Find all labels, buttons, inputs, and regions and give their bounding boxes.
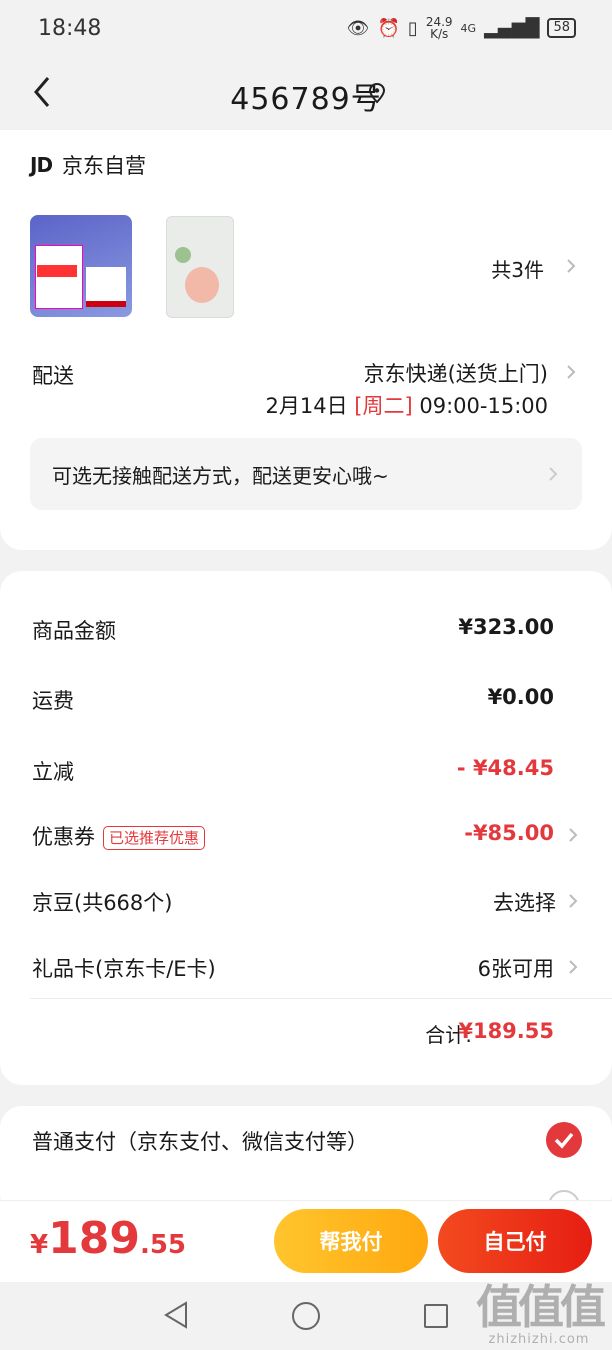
- payable-amount: ¥189.55: [30, 1213, 187, 1264]
- product-count[interactable]: 共3件: [491, 254, 544, 283]
- shipping-label: 运费: [32, 689, 74, 713]
- payment-option-normal[interactable]: 普通支付（京东支付、微信支付等）: [32, 1126, 368, 1156]
- watermark: 值值值 zhizhizhi.com: [476, 1280, 606, 1347]
- page-title: 456789号: [230, 82, 382, 117]
- chevron-right-icon[interactable]: [566, 364, 576, 380]
- instant-discount-label: 立减: [32, 760, 74, 784]
- signal-icon: ▂▄▆█: [484, 17, 540, 39]
- system-recents-icon[interactable]: [424, 1304, 448, 1328]
- gift-card-value[interactable]: 6张可用: [478, 953, 554, 983]
- nav-bar: 456789号: [0, 60, 612, 130]
- vibrate-icon: ▯: [407, 17, 418, 39]
- chevron-right-icon[interactable]: [568, 893, 578, 909]
- location-pin-icon[interactable]: [366, 82, 388, 104]
- delivery-time[interactable]: 2月14日 [周二] 09:00-15:00: [266, 390, 548, 420]
- order-card: JD 京东自营 共3件 配送 京东快递(送货上门) 2月14日 [周二] 09:…: [0, 130, 612, 550]
- alarm-icon: ⏰: [377, 17, 400, 39]
- jd-beans-select[interactable]: 去选择: [493, 887, 556, 917]
- coupon-badge: 已选推荐优惠: [103, 826, 206, 850]
- system-nav-bar: 值值值 zhizhizhi.com: [0, 1282, 612, 1350]
- network-type: 4G: [460, 21, 477, 35]
- shop-header: JD 京东自营: [30, 150, 146, 180]
- chevron-right-icon[interactable]: [568, 827, 578, 843]
- product-thumbnail-2[interactable]: [166, 216, 234, 318]
- goods-amount-value: ¥323.00: [458, 615, 554, 639]
- chevron-right-icon[interactable]: [568, 959, 578, 975]
- chevron-right-icon: [549, 467, 558, 481]
- delivery-label: 配送: [32, 364, 74, 388]
- help-me-pay-button[interactable]: 帮我付: [274, 1209, 428, 1273]
- shipping-value: ¥0.00: [487, 685, 554, 709]
- eye-icon: 👁: [346, 17, 370, 39]
- coupon-row[interactable]: 优惠券 已选推荐优惠: [32, 821, 206, 851]
- network-speed: 24.9 K/s: [425, 15, 453, 41]
- product-thumbnail-1[interactable]: [30, 215, 132, 317]
- chevron-right-icon[interactable]: [566, 258, 576, 274]
- instant-discount-value: - ¥48.45: [456, 756, 554, 780]
- price-summary-card: 商品金额 ¥323.00 运费 ¥0.00 立减 - ¥48.45 优惠券 已选推…: [0, 571, 612, 1085]
- pay-myself-button[interactable]: 自己付: [438, 1209, 592, 1273]
- status-time: 18:48: [38, 16, 102, 41]
- status-bar: 18:48 👁 ⏰ ▯ 24.9 K/s 4G ▂▄▆█ 58: [0, 0, 612, 60]
- coupon-value[interactable]: -¥85.00: [464, 821, 554, 845]
- delivery-weekday: [周二]: [354, 394, 413, 418]
- gift-card-label: 礼品卡(京东卡/E卡): [32, 957, 216, 981]
- battery-icon: 58: [547, 18, 576, 38]
- bottom-action-bar: ¥189.55 帮我付 自己付: [0, 1200, 612, 1282]
- total-value: ¥189.55: [458, 1019, 554, 1043]
- delivery-method[interactable]: 京东快递(送货上门): [364, 358, 548, 388]
- goods-amount-label: 商品金额: [32, 619, 116, 643]
- coupon-label: 优惠券: [32, 825, 95, 849]
- status-icons: 👁 ⏰ ▯ 24.9 K/s 4G ▂▄▆█ 58: [347, 16, 576, 40]
- contactless-delivery-tip[interactable]: 可选无接触配送方式，配送更安心哦~: [30, 438, 582, 510]
- system-back-icon[interactable]: [162, 1300, 190, 1330]
- shop-name: 京东自营: [62, 154, 147, 178]
- check-selected-icon[interactable]: [546, 1122, 582, 1158]
- system-home-icon[interactable]: [292, 1302, 320, 1330]
- jd-beans-label: 京豆(共668个): [32, 891, 173, 915]
- divider: [30, 998, 612, 999]
- jd-logo: JD: [30, 153, 53, 177]
